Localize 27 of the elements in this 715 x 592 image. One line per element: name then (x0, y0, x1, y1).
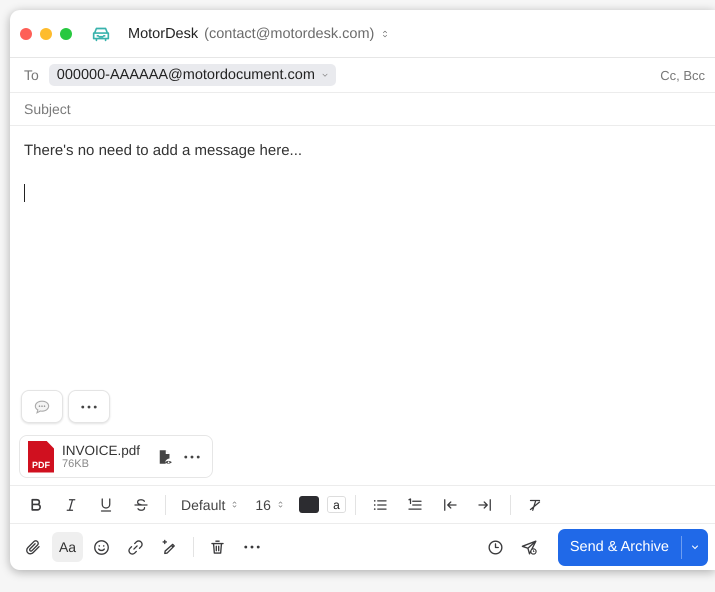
message-text[interactable]: There's no need to add a message here... (24, 142, 302, 159)
schedule-icon (486, 538, 505, 556)
file-name: INVOICE.pdf (62, 443, 140, 458)
ellipsis-icon[interactable] (184, 454, 200, 458)
chevron-updown-icon (230, 499, 240, 510)
font-size-select[interactable]: 16 (249, 490, 291, 518)
file-size: 76KB (62, 458, 90, 470)
pdf-file-icon: PDF (28, 440, 54, 472)
cc-bcc-link[interactable]: Cc, Bcc (660, 68, 705, 82)
close-button[interactable] (20, 28, 32, 40)
chevron-updown-icon (276, 499, 285, 510)
font-select[interactable]: Default (175, 490, 246, 518)
subject-field[interactable]: Subject (10, 93, 715, 126)
recipient-chip[interactable]: 000000-AAAAAA@motordocument.com (48, 64, 336, 86)
send-later-icon (520, 538, 539, 556)
account-name[interactable]: MotorDesk (128, 26, 198, 42)
ellipsis-icon (81, 404, 97, 408)
account-email[interactable]: (contact@motordesk.com) (204, 26, 374, 42)
attachment-card[interactable]: PDF INVOICE.pdf 76KB (19, 435, 214, 478)
text-cursor (24, 184, 25, 202)
format-toggle-button[interactable]: Aa (52, 532, 83, 562)
text-color-button[interactable] (298, 496, 319, 513)
link-icon (126, 538, 145, 556)
to-label: To (24, 67, 39, 83)
emoji-icon (92, 538, 111, 556)
highlight-button[interactable]: a (326, 496, 346, 513)
more-icon (244, 545, 260, 549)
